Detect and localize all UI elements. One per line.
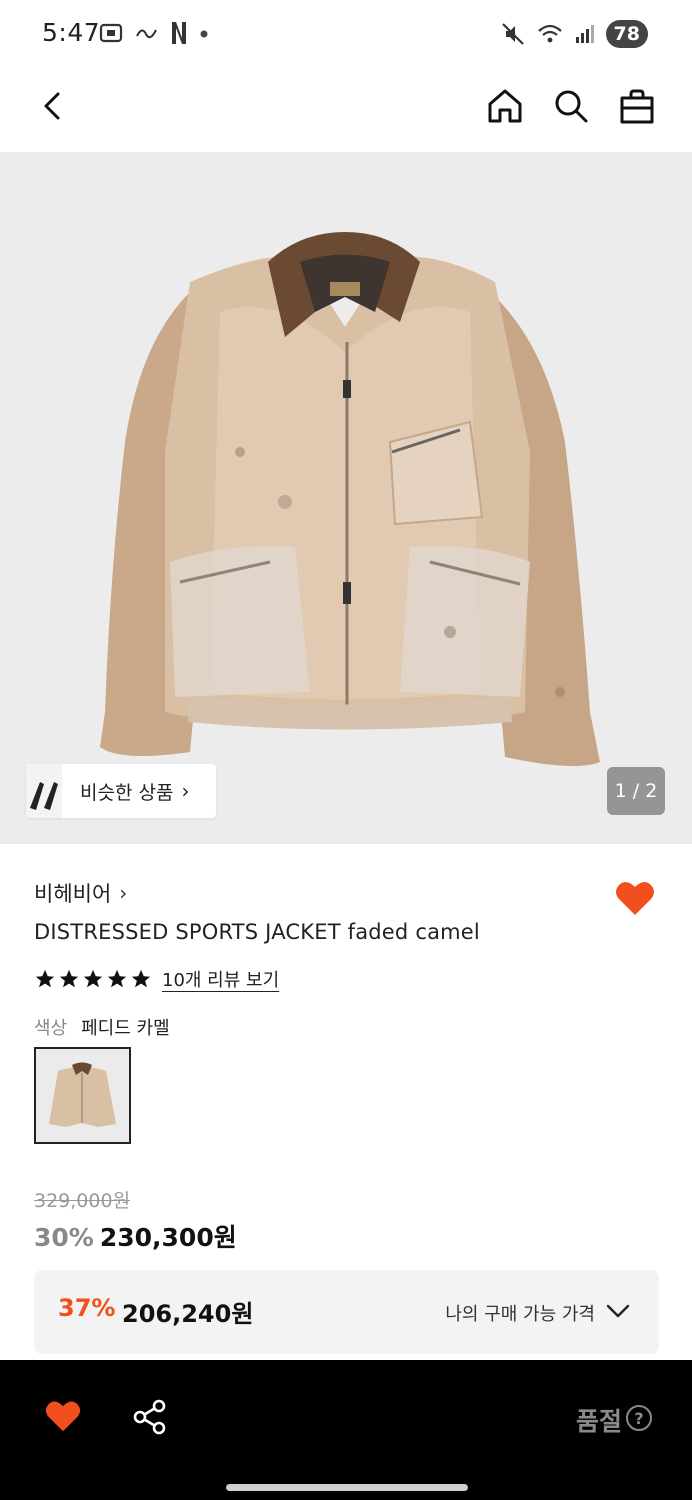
jacket-thumbnail <box>36 1049 129 1142</box>
app-notification-icon <box>136 29 157 39</box>
discount-rate: 30% <box>34 1223 94 1252</box>
status-bar: 5:47 78 <box>0 0 692 72</box>
star-icon <box>83 969 103 988</box>
search-icon <box>555 90 588 123</box>
shopping-bag-icon <box>620 89 654 124</box>
best-price: 206,240원 <box>122 1300 254 1328</box>
best-discount-rate: 37% <box>58 1294 116 1322</box>
sale-price: 230,300원 <box>99 1223 237 1252</box>
chevron-right-icon: › <box>119 881 128 905</box>
cart-button[interactable] <box>618 86 656 126</box>
chevron-right-icon: › <box>181 779 190 803</box>
jacket-image <box>100 232 600 766</box>
status-time: 5:47 <box>42 18 101 47</box>
wifi-icon <box>537 24 562 43</box>
home-button[interactable] <box>486 86 524 126</box>
share-icon <box>133 1399 166 1435</box>
price-row: 30% 230,300원 <box>34 1218 237 1254</box>
top-nav <box>0 72 692 152</box>
color-label: 색상 <box>34 1018 68 1039</box>
product-image-gallery[interactable]: 비슷한 상품 › 1 / 2 <box>0 152 692 844</box>
star-icon <box>131 969 151 988</box>
best-price-panel[interactable]: 37% 206,240원 나의 구매 가능 가격 <box>34 1270 659 1354</box>
review-link[interactable]: 10개 리뷰 보기 <box>162 966 279 992</box>
brand-name: 비헤비어 <box>34 882 112 906</box>
netflix-icon <box>172 22 186 44</box>
search-button[interactable] <box>552 86 590 126</box>
battery-indicator: 78 <box>605 20 648 48</box>
best-price-label: 나의 구매 가능 가격 <box>445 1304 595 1325</box>
mute-icon <box>501 23 524 45</box>
chevron-left-icon <box>44 92 60 120</box>
bottom-action-bar: 품절 ? <box>0 1360 692 1500</box>
help-icon[interactable]: ? <box>626 1405 652 1431</box>
screen-record-icon <box>99 23 123 43</box>
signal-icon <box>575 25 594 43</box>
image-page-indicator: 1 / 2 <box>607 767 665 815</box>
rating-row: 10개 리뷰 보기 <box>34 966 279 992</box>
status-right-icons: 78 <box>500 20 648 48</box>
star-icon <box>35 969 55 988</box>
back-button[interactable] <box>34 86 74 126</box>
original-price: 329,000원 <box>34 1190 131 1212</box>
heart-icon <box>45 1401 81 1432</box>
star-icon <box>59 969 79 988</box>
nav-actions <box>486 86 656 126</box>
share-button[interactable] <box>132 1398 168 1436</box>
wishlist-button[interactable] <box>614 878 656 918</box>
rating-stars <box>34 968 152 990</box>
product-title: DISTRESSED SPORTS JACKET faded camel <box>34 920 480 944</box>
similar-thumbnail <box>26 764 62 818</box>
similar-products-label: 비슷한 상품 <box>80 781 174 804</box>
dot-icon <box>200 30 208 38</box>
home-indicator[interactable] <box>226 1484 468 1491</box>
chevron-down-icon <box>606 1304 630 1318</box>
color-swatch[interactable] <box>34 1047 131 1144</box>
color-value: 페디드 카멜 <box>81 1018 170 1039</box>
status-left-icons <box>98 20 210 46</box>
heart-icon <box>616 881 654 915</box>
similar-products-button[interactable]: 비슷한 상품 › <box>26 764 216 818</box>
color-row: 색상 페디드 카멜 <box>34 1014 170 1040</box>
bottom-wishlist-button[interactable] <box>44 1398 82 1434</box>
soldout-label: 품절 <box>575 1407 622 1436</box>
star-icon <box>107 969 127 988</box>
brand-link[interactable]: 비헤비어 › <box>34 878 127 908</box>
home-icon <box>488 89 522 123</box>
